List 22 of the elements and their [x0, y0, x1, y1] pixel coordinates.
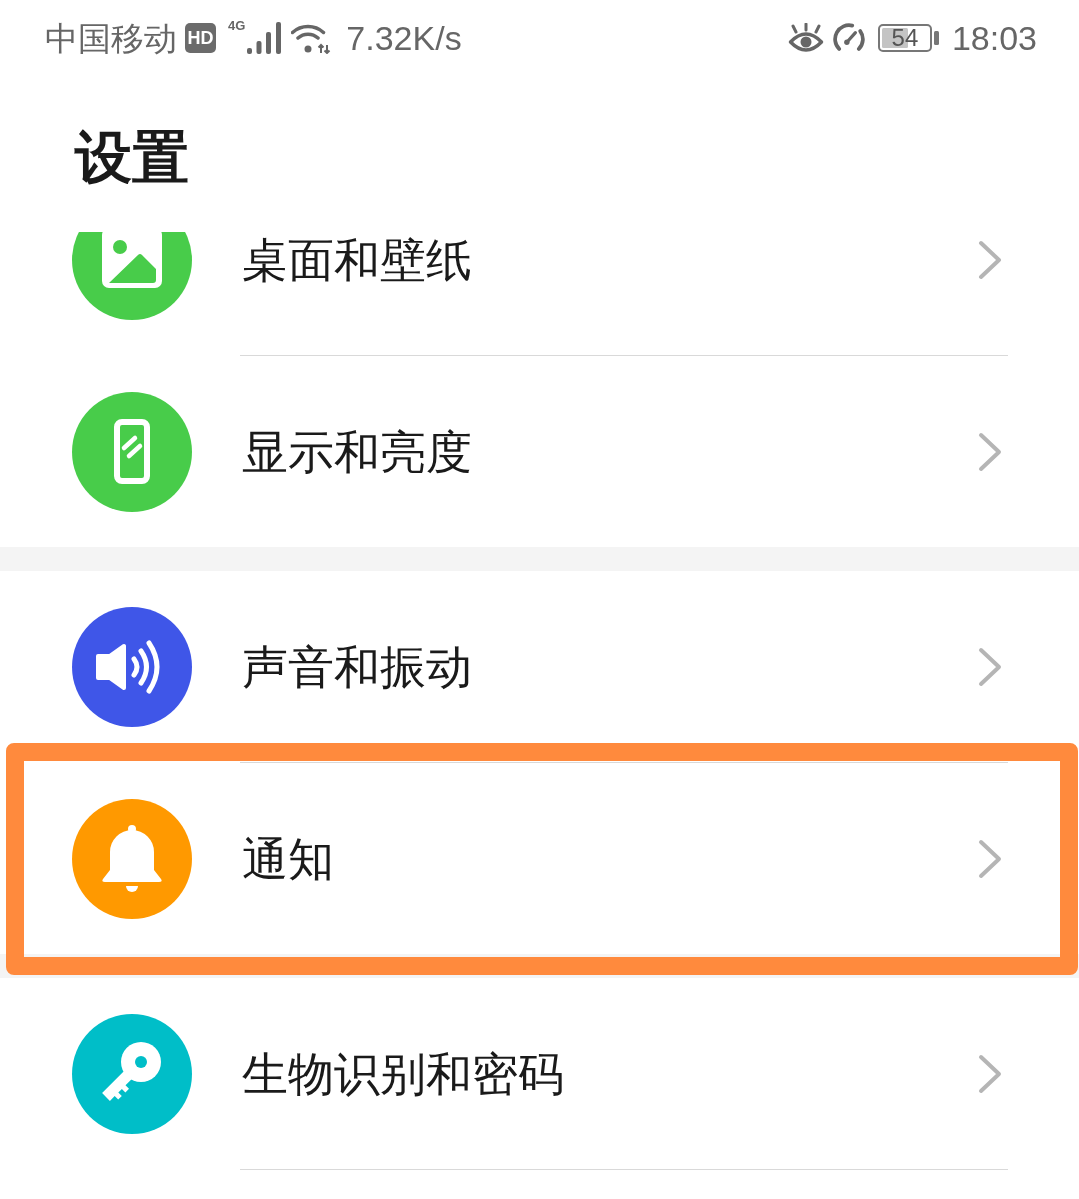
eye-icon — [787, 23, 824, 53]
settings-item[interactable]: 生物识别和密码 — [0, 978, 1079, 1169]
chevron-right-icon — [978, 646, 1002, 687]
settings-item[interactable]: 通知 — [0, 763, 1079, 954]
battery-percentage: 54 — [891, 26, 919, 50]
settings-item[interactable]: 声音和振动 — [0, 571, 1079, 762]
network-speed: 7.32K/s — [346, 21, 462, 55]
signal-icon — [247, 22, 282, 54]
wifi-icon — [291, 22, 332, 54]
clock-time: 18:03 — [951, 21, 1037, 55]
settings-item[interactable]: 显示和亮度 — [0, 356, 1079, 547]
chevron-right-icon — [978, 1053, 1002, 1094]
page-title: 设置 — [75, 125, 189, 189]
chevron-right-icon — [978, 239, 1002, 280]
network-type: 4G — [228, 19, 246, 32]
carrier-name: 中国移动 — [45, 21, 177, 55]
hd-badge: HD — [185, 23, 216, 53]
gauge-icon — [831, 23, 866, 53]
chevron-right-icon — [978, 838, 1002, 879]
battery-icon — [877, 24, 940, 52]
chevron-right-icon — [978, 431, 1002, 472]
settings-item[interactable]: 桌面和壁纸 — [0, 232, 1079, 355]
